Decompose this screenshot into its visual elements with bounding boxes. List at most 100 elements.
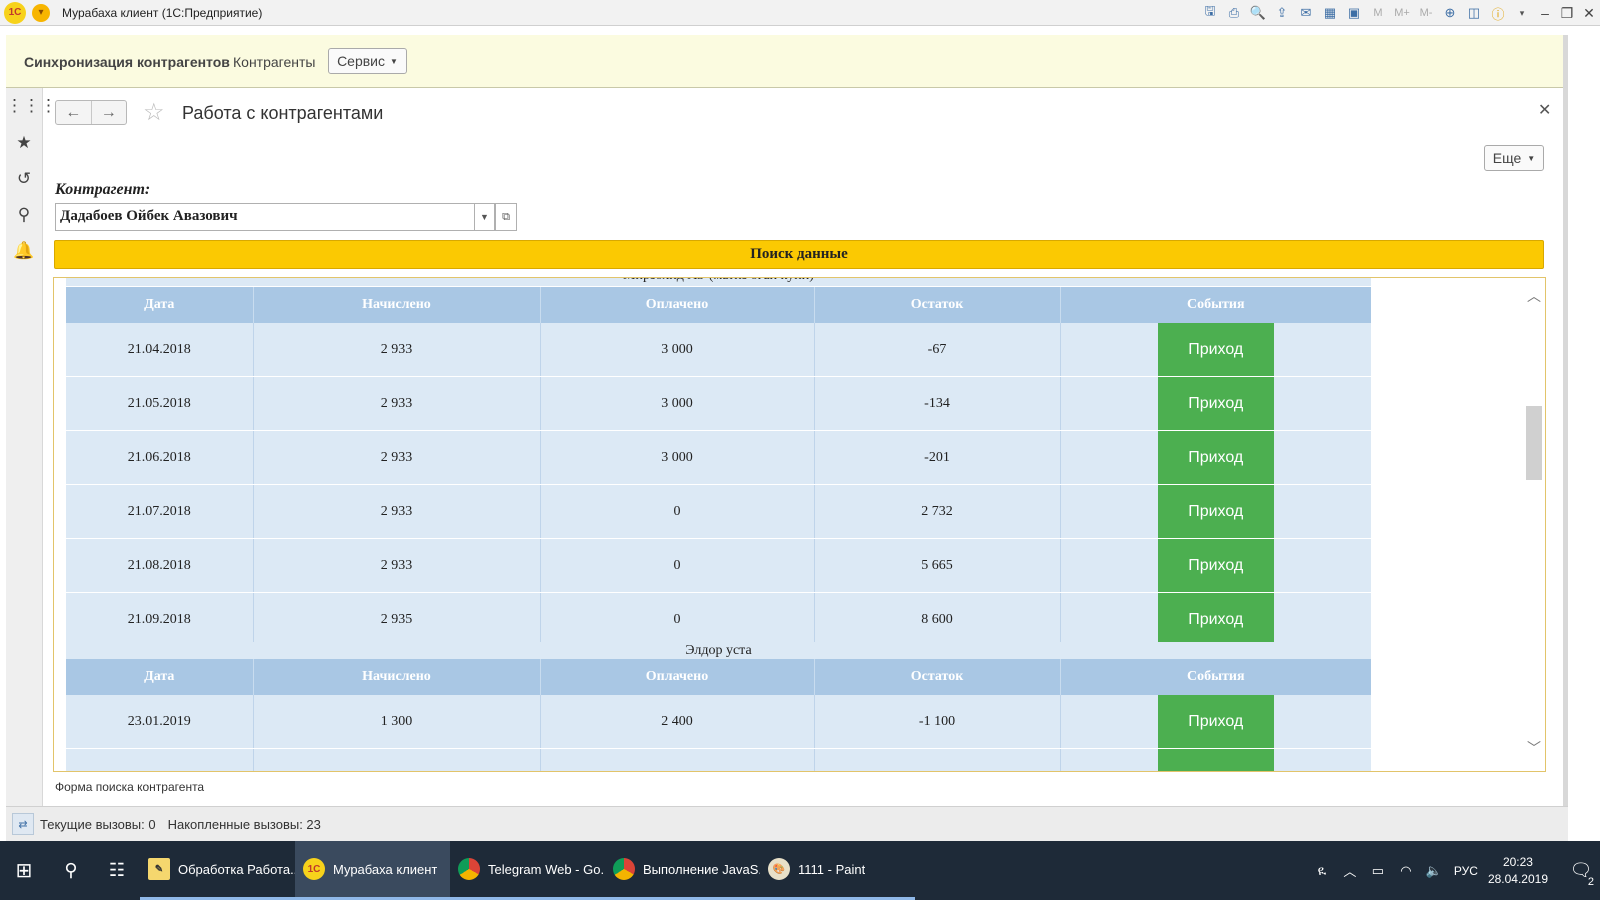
taskbar-app-telegram[interactable]: Telegram Web - Go... [450,841,605,900]
table-row: 21.05.2018 2 933 3 000 -134 Приход [66,376,1371,431]
menu-item-sync-contragents[interactable]: Синхронизация контрагентов [24,54,230,70]
tools-panel: ⋮⋮⋮ ★ ↺ ⚲ 🔔 [6,88,57,806]
paint-icon: 🎨 [768,858,790,880]
favorites-icon[interactable]: ★ [6,133,42,153]
apps-grid-icon[interactable]: ⋮⋮⋮ [6,96,57,116]
column-header-balance: Остаток [814,287,1061,323]
minimize-icon[interactable]: – [1534,5,1556,21]
search-icon[interactable]: ⚲ [48,841,94,900]
history-icon[interactable]: ↺ [6,169,42,189]
taskbar-app-processing[interactable]: ✎ Обработка Работа... [140,841,295,900]
contragent-label: Контрагент: [55,181,151,198]
memory-m-plus-button[interactable]: M+ [1392,4,1412,22]
battery-icon[interactable]: ▭ [1366,863,1390,879]
chevron-down-icon[interactable]: ▾ [1512,4,1532,22]
task-view-icon[interactable]: ☷ [94,841,140,900]
column-header-date: Дата [66,659,254,695]
income-button[interactable]: Приход [1157,695,1274,748]
cell-paid: 3 000 [540,323,815,377]
clock-date: 28.04.2019 [1487,871,1548,886]
table-row: 21.04.2018 2 933 3 000 -67 Приход [66,323,1371,377]
cell-balance: 8 600 [814,592,1061,647]
vertical-scrollbar[interactable]: ︿ ﹀ [1524,286,1544,766]
scrollbar-thumb[interactable] [1526,406,1542,480]
cell-balance: 2 732 [814,484,1061,539]
chevron-down-icon: ▼ [1527,153,1536,163]
menu-item-contragents[interactable]: Контрагенты [233,54,315,70]
cell-paid: 3 000 [540,430,815,485]
close-window-icon[interactable]: ✕ [1578,5,1600,22]
main-menu-icon[interactable]: ▾ [32,3,50,22]
column-header-charged: Начислено [253,659,541,695]
save-icon[interactable]: 🖫 [1200,3,1220,22]
income-button[interactable]: Приход [1157,431,1274,484]
income-button[interactable]: Приход [1157,539,1274,592]
taskbar-app-javascript[interactable]: Выполнение JavaS... [605,841,760,900]
cell-balance: 5 665 [814,538,1061,593]
more-button[interactable]: Еще ▼ [1484,145,1544,171]
forward-arrow-icon[interactable]: → [90,101,127,124]
windows-start-icon[interactable]: ⊞ [0,841,48,900]
panels-icon[interactable]: ◫ [1464,4,1484,22]
chrome-icon [613,858,635,880]
taskbar-app-label: Мурабаха клиент [333,861,438,877]
income-button[interactable]: Приход [1157,377,1274,430]
table-row: 21.06.2018 2 933 3 000 -201 Приход [66,430,1371,485]
mail-icon[interactable]: ✉ [1296,4,1316,22]
search-data-button[interactable]: Поиск данные [54,240,1544,269]
cell-events: Приход [1060,484,1371,539]
cell-events: Приход [1060,376,1371,431]
open-icon[interactable]: ⧉ [495,203,517,231]
taskbar-app-murabaha[interactable]: 1С Мурабаха клиент [295,841,450,900]
scroll-up-icon[interactable]: ︿ [1527,286,1541,306]
more-button-label: Еще [1492,150,1522,166]
cell-events: Приход [1060,592,1371,647]
notifications-icon[interactable]: 🗨 2 [1562,841,1600,900]
cell-balance: -1 100 [814,695,1061,749]
income-button-partial[interactable] [1157,749,1274,771]
wifi-icon[interactable]: ◠ [1394,863,1418,879]
cell-events: Приход [1060,430,1371,485]
results-frame[interactable]: Мирзохид АЗ-(матиз оган куни) Дата Начис… [53,277,1546,772]
cell-charged: 2 933 [253,376,541,431]
clock[interactable]: 20:23 28.04.2019 [1488,854,1548,888]
memory-m-button[interactable]: M [1368,4,1388,22]
service-menu-button[interactable]: Сервис ▼ [328,48,407,74]
bell-icon[interactable]: 🔔 [6,241,42,261]
upload-icon[interactable]: ⇪ [1272,4,1292,22]
status-bar: ⇄ Текущие вызовы: 0 Накопленные вызовы: … [6,806,1568,841]
calendar-icon[interactable]: ▣ [1344,4,1364,22]
taskbar-app-label: Обработка Работа... [178,861,295,877]
server-calls-icon[interactable]: ⇄ [12,813,34,835]
cell-date: 21.09.2018 [66,592,254,647]
zoom-icon[interactable]: ⊕ [1440,4,1460,22]
star-icon[interactable]: ☆ [143,98,165,127]
dropdown-arrow-icon[interactable]: ▼ [474,203,495,231]
scroll-down-icon[interactable]: ﹀ [1527,738,1541,758]
language-indicator[interactable]: РУС [1454,864,1478,878]
search-icon[interactable]: ⚲ [6,205,42,225]
income-button[interactable]: Приход [1157,485,1274,538]
right-panel-strip [1563,35,1568,806]
taskbar-app-paint[interactable]: 🎨 1111 - Paint [760,841,915,900]
info-icon[interactable]: ⓘ [1488,4,1508,22]
notifications-count: 2 [1587,876,1594,888]
volume-icon[interactable]: 🔈 [1422,863,1446,879]
cell-charged: 2 933 [253,430,541,485]
memory-m-minus-button[interactable]: M- [1416,4,1436,22]
calculator-icon[interactable]: ▦ [1320,4,1340,22]
cell-paid: 0 [540,592,815,647]
back-arrow-icon[interactable]: ← [56,101,91,124]
restore-icon[interactable]: ❐ [1556,5,1578,22]
close-icon[interactable]: ✕ [1538,100,1551,120]
income-button[interactable]: Приход [1157,593,1274,646]
contragent-field[interactable]: Дадабоев Ойбек Авазович [55,203,475,231]
chevron-up-icon[interactable]: ︿ [1338,861,1362,880]
people-icon[interactable]: ዪ [1310,863,1334,879]
window-title: Мурабаха клиент (1С:Предприятие) [62,5,263,20]
print-icon[interactable]: ⎙ [1224,4,1244,22]
preview-icon[interactable]: 🔍 [1248,4,1268,22]
form-footer-note: Форма поиска контрагента [55,780,205,794]
cell-date: 21.08.2018 [66,538,254,593]
income-button[interactable]: Приход [1157,323,1274,376]
